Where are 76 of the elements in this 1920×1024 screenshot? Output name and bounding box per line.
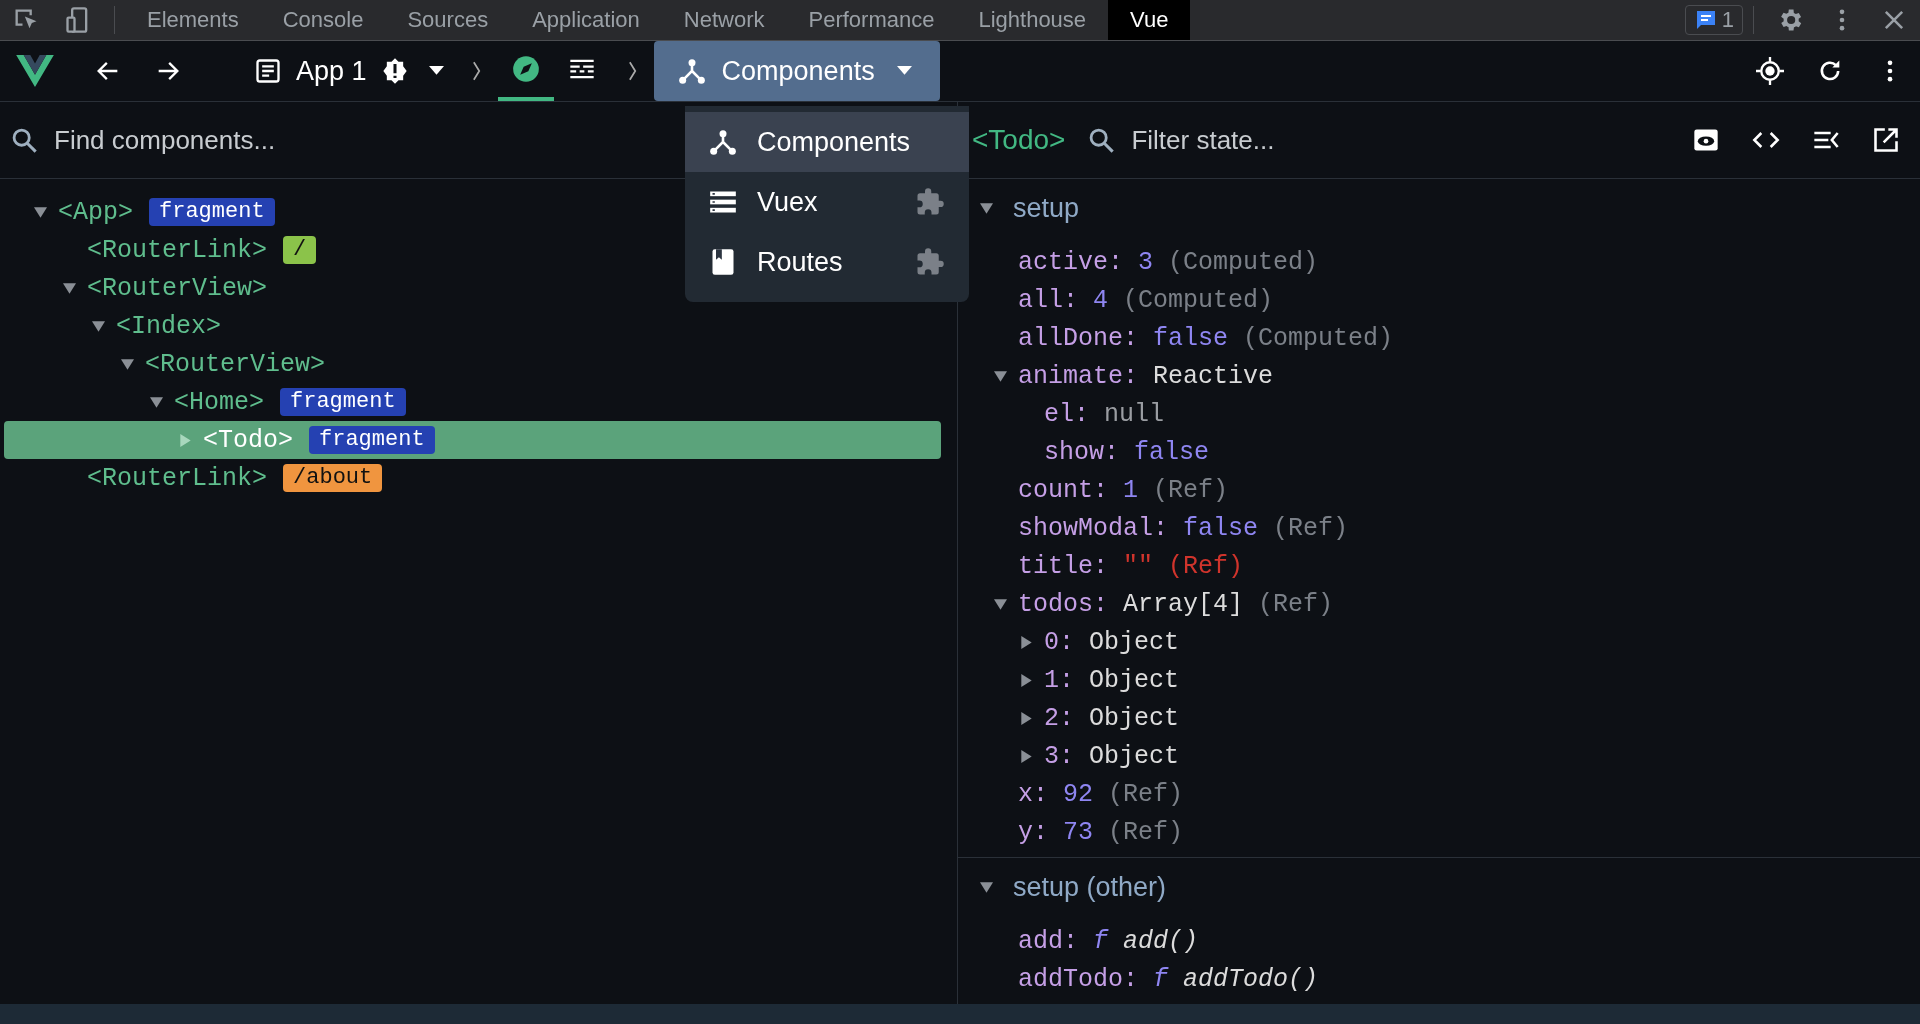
app-selector[interactable]: App 1 [244,55,454,87]
search-icon [1087,126,1116,154]
state-property: x: 92 (Ref) [1018,779,1184,809]
search-icon [10,126,38,154]
caret-icon [428,66,444,76]
collapsed-triangle-icon[interactable] [1020,673,1033,687]
devtools-tab[interactable]: Vue [1108,0,1191,40]
expanded-triangle-icon[interactable] [63,281,76,295]
component-name: <RouterLink> [87,235,268,265]
tree-row[interactable]: <Home> fragment [4,383,941,421]
tree-row[interactable]: <RouterView> [4,345,941,383]
state-property: 1: Object [1044,665,1180,695]
document-icon [254,57,282,85]
collapsed-triangle-icon[interactable] [1020,711,1033,725]
component-name: <RouterLink> [87,463,268,493]
state-property: show: false [1044,437,1210,467]
expanded-triangle-icon[interactable] [994,597,1007,611]
state-property: all: 4 (Computed) [1018,285,1274,315]
tree-row[interactable]: <Todo> fragment [4,421,941,459]
state-property: y: 73 (Ref) [1018,817,1184,847]
view-selector[interactable]: Components [653,41,940,101]
devtools-tab[interactable]: Lighthouse [956,0,1109,40]
devtools-tab[interactable]: Network [661,0,787,40]
component-tag: /about [283,464,383,492]
state-property: allDone: false (Computed) [1018,323,1394,353]
tree-row[interactable]: <Index> [4,307,941,345]
state-property: 3: Object [1044,741,1180,771]
messages-badge[interactable]: 1 [1684,5,1743,35]
filter-field[interactable]: Filter state... [1129,123,1676,157]
expanded-triangle-icon[interactable] [980,201,993,215]
tree-row[interactable]: <RouterLink> /about [4,459,941,497]
bookmark-book-icon [709,248,737,276]
state-property: title: "" (Ref) [1018,551,1244,581]
state-property: add: f add() [1018,926,1199,956]
section-header[interactable]: setup (other) [958,858,1920,916]
component-name: <RouterView> [87,273,268,303]
expanded-triangle-icon[interactable] [150,395,163,409]
component-name: <App> [58,197,133,227]
branch-icon [709,128,737,156]
state-property: el: null [1044,399,1165,429]
devtools-tab[interactable]: Application [510,0,662,40]
devtools-tab[interactable]: Performance [786,0,957,40]
expanded-triangle-icon[interactable] [92,319,105,333]
collapsed-triangle-icon[interactable] [1020,749,1033,763]
caret-icon [896,66,912,76]
component-tag: fragment [149,198,275,226]
expanded-triangle-icon[interactable] [121,357,134,371]
collapsed-triangle-icon[interactable] [1020,635,1033,649]
state-property: animate: Reactive [1018,361,1274,391]
external-link-icon[interactable] [1872,126,1900,154]
devtools-tab[interactable]: Console [260,0,386,40]
component-name: <Todo> [203,425,293,455]
v-logo-icon [16,55,54,87]
state-property: showModal: false (Ref) [1018,513,1349,543]
expanded-triangle-icon[interactable] [980,880,993,894]
state-property: active: 3 (Computed) [1018,247,1319,277]
state-property: 0: Object [1044,627,1180,657]
menu-item[interactable]: Components [685,112,969,172]
compass-icon [511,55,540,83]
component-tag: fragment [280,388,406,416]
state-property: addTodo: f addTodo() [1018,964,1319,994]
component-name: <Todo> [972,124,1066,156]
state-property: 2: Object [1044,703,1180,733]
state-property: count: 1 (Ref) [1018,475,1229,505]
target-icon[interactable] [1756,57,1784,85]
component-name: <Home> [174,387,264,417]
expanded-triangle-icon[interactable] [34,205,47,219]
expanded-triangle-icon[interactable] [994,369,1007,383]
component-tag: / [283,236,317,264]
component-name: <Index> [116,311,222,341]
component-name: <RouterView> [145,349,326,379]
component-tag: fragment [309,426,435,454]
branch-icon [677,57,706,85]
devtools-tab[interactable]: Elements [125,0,261,40]
state-property: todos: Array[4] (Ref) [1018,589,1334,619]
devtools-tab[interactable]: Sources [385,0,511,40]
